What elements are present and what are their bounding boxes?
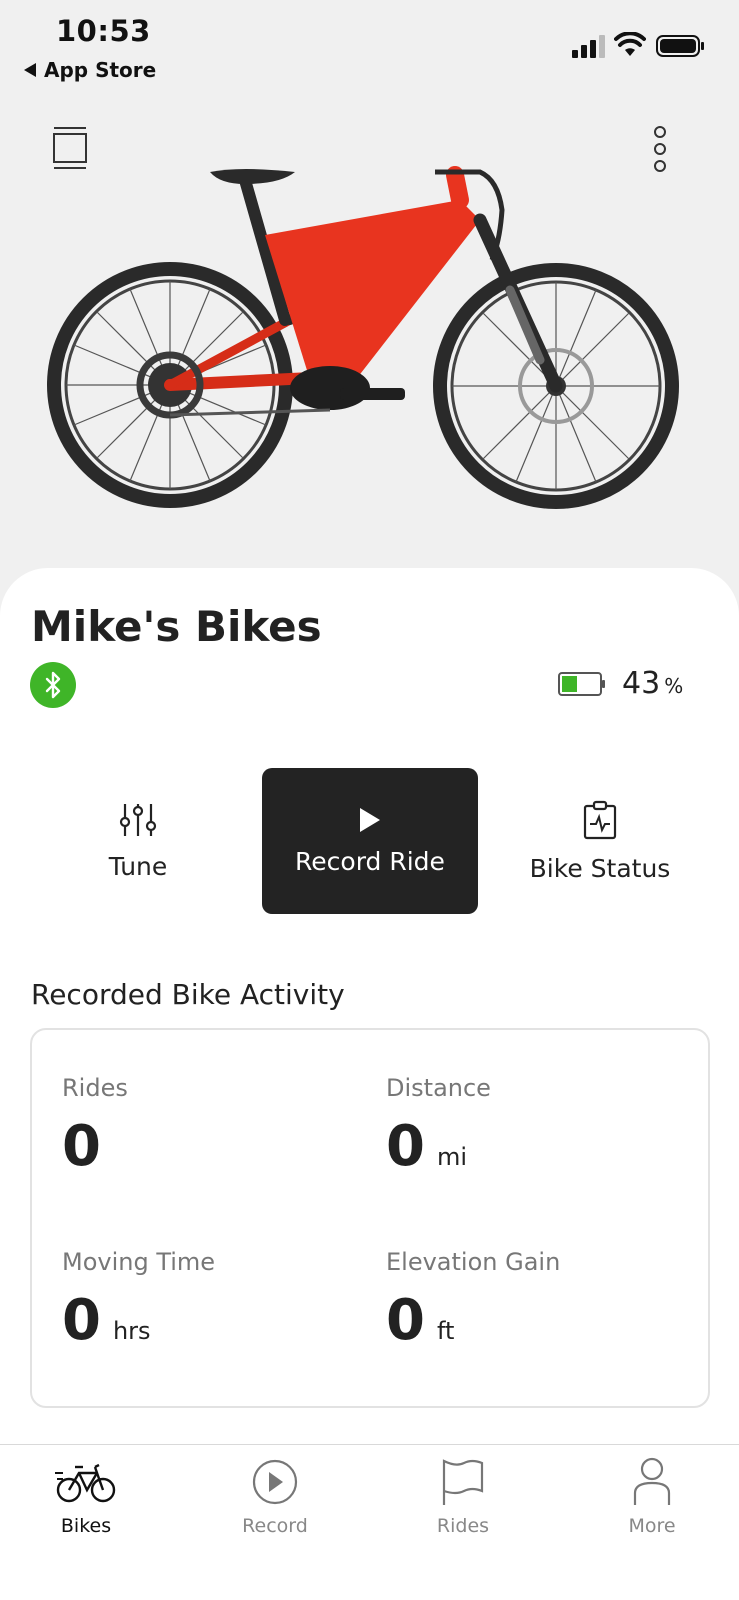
back-triangle-icon [24,63,36,77]
tab-bikes[interactable]: Bikes [16,1457,156,1537]
stat-value: 0 [386,1288,425,1353]
bike-detail-sheet: Mike's Bikes 43 % Tune Record Ride Bike … [0,568,739,1448]
stat-unit: ft [436,1317,455,1345]
stat-value: 0 [386,1114,425,1179]
clipboard-pulse-icon [583,800,617,839]
stat-label: Distance [386,1074,491,1102]
bike-image [47,166,679,509]
bike-status-label: Bike Status [529,853,671,883]
tab-label: Record [242,1515,308,1537]
bike-icon [55,1463,116,1503]
stat-label: Moving Time [62,1248,216,1276]
flag-icon [442,1459,484,1505]
stat-value: 0 [62,1114,101,1179]
bike-battery: 43 % [558,666,683,701]
stat-distance: Distance 0 mi [386,1074,491,1179]
back-label: App Store [44,58,157,82]
tab-label: Rides [436,1515,490,1537]
bike-name: Mike's Bikes [31,602,322,651]
stat-rides: Rides 0 [62,1074,128,1179]
play-icon [360,807,380,832]
play-circle-icon [252,1459,298,1505]
person-icon [633,1457,671,1505]
stat-label: Rides [62,1074,128,1102]
bluetooth-icon [45,671,61,699]
record-ride-label: Record Ride [295,846,445,876]
sliders-icon [119,803,157,836]
activity-stats-card: Rides 0 Distance 0 mi Moving Time 0 hrs … [30,1028,710,1408]
tab-label: More [628,1515,676,1537]
bottom-tab-bar: Bikes Record Rides More [0,1444,739,1600]
stat-moving-time: Moving Time 0 hrs [62,1248,215,1353]
stat-label: Elevation Gain [386,1248,561,1276]
tune-label: Tune [108,851,168,881]
stat-value: 0 [62,1288,101,1353]
record-ride-button[interactable]: Record Ride [262,768,478,914]
battery-level-icon [558,671,605,696]
stat-unit: mi [436,1143,468,1171]
tab-record[interactable]: Record [205,1457,345,1537]
stat-elevation-gain: Elevation Gain 0 ft [386,1248,560,1353]
cellular-signal-icon [572,35,605,58]
battery-percent-unit: % [664,674,684,698]
bluetooth-status-badge[interactable] [30,662,76,708]
tab-more[interactable]: More [582,1457,722,1537]
status-battery-icon [656,35,704,57]
activity-section-title: Recorded Bike Activity [31,978,345,1011]
back-to-app-store[interactable]: App Store [24,58,156,82]
tab-rides[interactable]: Rides [393,1457,533,1537]
status-time: 10:53 [56,14,151,48]
bike-status-button[interactable]: Bike Status [500,768,700,914]
wifi-icon [614,32,646,56]
battery-percent-value: 43 [622,666,661,701]
status-bar: 10:53 App Store [0,0,739,95]
stat-unit: hrs [112,1317,151,1345]
tune-button[interactable]: Tune [38,768,238,914]
tab-label: Bikes [60,1515,112,1537]
